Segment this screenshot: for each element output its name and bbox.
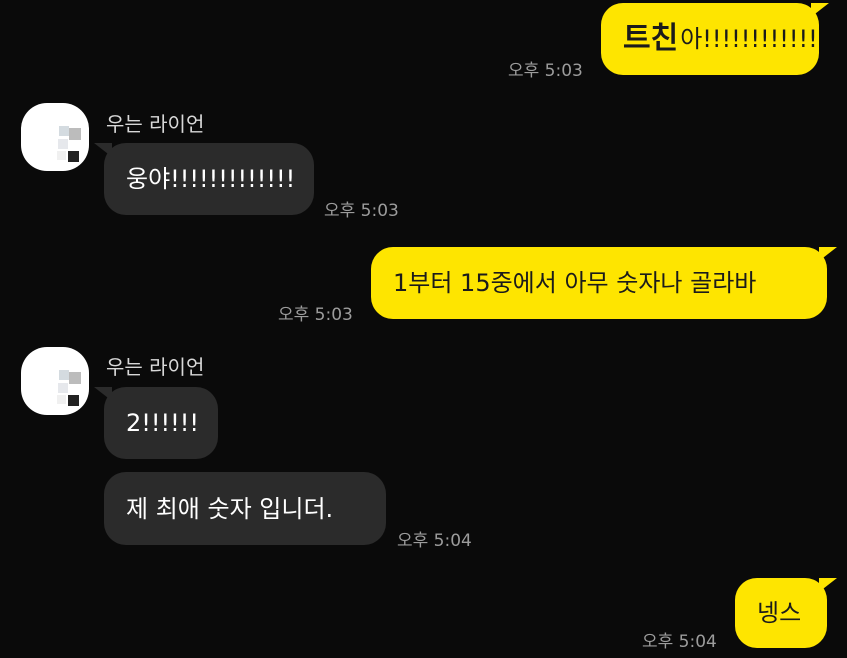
my-message-bubble[interactable]: 넹스 <box>735 578 837 648</box>
message-timestamp: 오후 5:04 <box>642 632 717 652</box>
avatar-pixel <box>69 372 81 384</box>
my-message-bubble[interactable]: 1부터 15중에서 아무 숫자나 골라바 <box>371 247 837 319</box>
message-timestamp: 오후 5:04 <box>397 531 472 551</box>
sender-name: 우는 라이언 <box>106 112 205 136</box>
chat-view: 트친 아!!!!!!!!!!!! 오후 5:03 우는 라이언 웅야!!!!!!… <box>0 0 847 658</box>
their-message-bubble[interactable]: 2!!!!!! <box>94 387 218 459</box>
avatar-pixel <box>58 139 68 149</box>
avatar-pixel <box>57 395 66 404</box>
message-timestamp: 오후 5:03 <box>508 61 583 81</box>
message-timestamp: 오후 5:03 <box>278 305 353 325</box>
avatar[interactable] <box>21 347 89 415</box>
message-text: 제 최애 숫자 입니더. <box>126 494 334 523</box>
emoticon-text: 트친 <box>623 21 679 56</box>
message-text: 넹스 <box>757 599 802 627</box>
their-message-bubble[interactable]: 제 최애 숫자 입니더. <box>104 472 386 545</box>
avatar-pixel <box>59 126 69 136</box>
my-message-bubble[interactable]: 트친 아!!!!!!!!!!!! <box>601 3 829 75</box>
avatar-pixel <box>58 383 68 393</box>
avatar-pixel <box>59 370 69 380</box>
avatar-pixel <box>69 128 81 140</box>
message-text: 1부터 15중에서 아무 숫자나 골라바 <box>393 269 757 297</box>
message-text: 웅야!!!!!!!!!!!!! <box>126 165 296 193</box>
avatar-pixel <box>57 151 66 160</box>
avatar-pixel <box>68 151 79 162</box>
their-message-bubble[interactable]: 웅야!!!!!!!!!!!!! <box>94 143 314 215</box>
message-timestamp: 오후 5:03 <box>324 201 399 221</box>
avatar-pixel <box>68 395 79 406</box>
sender-name: 우는 라이언 <box>106 355 205 379</box>
message-text: 아!!!!!!!!!!!! <box>680 25 818 53</box>
avatar[interactable] <box>21 103 89 171</box>
message-text: 2!!!!!! <box>126 409 199 437</box>
